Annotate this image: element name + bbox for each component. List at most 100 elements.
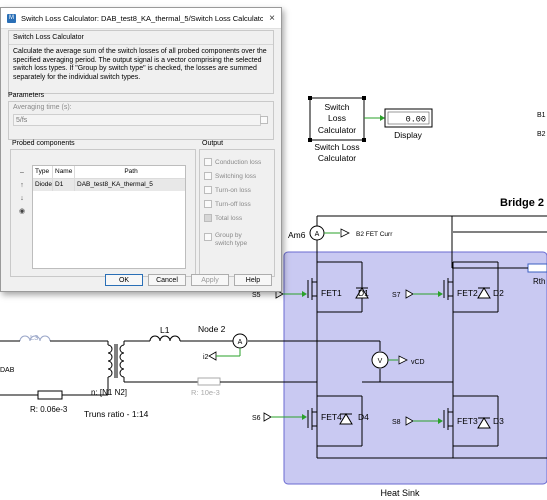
gate-s6-label: S6 — [252, 415, 261, 422]
vcd-label: vCD — [411, 359, 425, 366]
block-name: Switch Loss Calculator — [13, 34, 84, 41]
checkbox-checked[interactable] — [204, 214, 212, 222]
averaging-time-label: Averaging time (s): — [13, 104, 72, 111]
n-label: n: [N1 N2] — [91, 388, 127, 397]
description-box: Switch Loss Calculator Calculate the ave… — [8, 30, 274, 94]
l3-label: L3 — [30, 333, 38, 342]
group-label-line-1: Group by — [215, 232, 242, 239]
slc-caption-1: Switch Loss — [314, 142, 359, 152]
checkbox[interactable] — [204, 172, 212, 180]
bridge-title: Bridge 2 — [500, 197, 544, 209]
col-path[interactable]: Path — [75, 166, 185, 178]
am6-label: Am6 — [288, 230, 306, 240]
averaging-checkbox[interactable] — [260, 116, 268, 124]
r-gray-label: R: 10e-3 — [191, 388, 220, 397]
output-turn-on-loss[interactable]: Turn-on loss — [204, 186, 251, 194]
option-label: Total loss — [215, 214, 243, 222]
gate-s8-label: S8 — [392, 419, 401, 426]
col-type[interactable]: Type — [33, 166, 53, 178]
move-down-icon[interactable]: ↓ — [17, 192, 27, 205]
slc-line-1: Switch — [324, 102, 349, 112]
b2-fet-curr-label: B2 FET Curr — [356, 231, 393, 238]
resistor-0-06e-3[interactable] — [37, 390, 63, 400]
option-label: Switching loss — [215, 172, 257, 180]
ok-button[interactable]: OK — [105, 274, 143, 286]
option-label-group: Group by switch type — [215, 232, 247, 248]
d4-label: D4 — [358, 412, 369, 422]
display-block[interactable]: 0.00 — [384, 108, 433, 128]
dialog-title: Switch Loss Calculator: DAB_test8_KA_the… — [21, 13, 263, 23]
probed-components-table[interactable]: Type Name Path Diode D1 DAB_test8_KA_the… — [32, 165, 186, 269]
col-name[interactable]: Name — [53, 166, 75, 178]
output-group-by-switch-type[interactable]: Group by switch type — [204, 232, 247, 248]
group-label-line-2: switch type — [215, 240, 248, 247]
option-label: Turn-off loss — [215, 200, 251, 208]
r-label: R: 0.06e-3 — [30, 405, 68, 414]
parameters-group: Parameters — [8, 92, 274, 99]
output-turn-off-loss[interactable]: Turn-off loss — [204, 200, 251, 208]
heat-sink-label: Heat Sink — [380, 488, 420, 498]
parameters-label: Parameters — [8, 92, 45, 99]
block-description: Calculate the average sum of the switch … — [9, 44, 273, 85]
checkbox[interactable] — [204, 186, 212, 194]
gate-s7-label: S7 — [392, 292, 401, 299]
display-value: 0.00 — [406, 115, 426, 125]
option-label: Conduction loss — [215, 158, 262, 166]
checkbox[interactable] — [204, 158, 212, 166]
fet3-label: FET3 — [457, 416, 478, 426]
output-conduction-loss[interactable]: Conduction loss — [204, 158, 261, 166]
slc-line-3: Calculator — [318, 125, 356, 135]
checkbox[interactable] — [204, 233, 212, 241]
b1-label: B1 — [537, 112, 546, 119]
apply-button[interactable]: Apply — [191, 274, 229, 286]
display-caption: Display — [394, 130, 423, 140]
output-label: Output — [202, 140, 224, 147]
table-row[interactable]: Diode D1 DAB_test8_KA_thermal_5 — [33, 179, 185, 191]
output-total-loss[interactable]: Total loss — [204, 214, 242, 222]
checkbox[interactable] — [204, 200, 212, 208]
voltmeter-glyph: V — [378, 358, 383, 365]
heat-sink-region[interactable] — [283, 251, 547, 485]
rth-label: Rth — [533, 277, 545, 286]
rth-resistor[interactable] — [527, 263, 547, 273]
d3-label: D3 — [493, 416, 504, 426]
ammeter-i2-glyph: A — [238, 339, 243, 346]
gate-s5-label: S5 — [252, 292, 261, 299]
switch-loss-calculator-dialog: M Switch Loss Calculator: DAB_test8_KA_t… — [0, 7, 282, 292]
remove-icon[interactable]: – — [17, 166, 27, 179]
resistor-10e-3[interactable] — [197, 377, 221, 386]
close-icon[interactable]: × — [263, 13, 281, 24]
option-label: Turn-on loss — [215, 186, 251, 194]
cell-name: D1 — [53, 179, 75, 191]
slc-line-2: Loss — [328, 113, 346, 123]
plecs-app-icon: M — [7, 13, 16, 23]
help-button[interactable]: Help — [234, 274, 272, 286]
slc-caption-2: Calculator — [318, 153, 356, 163]
d1-label: D1 — [358, 288, 369, 298]
turns-ratio-label: Truns ratio - 1:14 — [84, 409, 149, 419]
transformer[interactable] — [107, 344, 125, 378]
output-box — [199, 149, 275, 277]
probed-components-label: Probed components — [12, 140, 75, 147]
b2-label: B2 — [537, 131, 546, 138]
fet2-label: FET2 — [457, 288, 478, 298]
cell-path: DAB_test8_KA_thermal_5 — [77, 181, 153, 188]
fet1-label: FET1 — [321, 288, 342, 298]
cancel-button[interactable]: Cancel — [148, 274, 186, 286]
left-dab-label: DAB — [0, 367, 15, 374]
averaging-time-field[interactable]: 5/fs — [13, 114, 261, 126]
output-switching-loss[interactable]: Switching loss — [204, 172, 256, 180]
d2-label: D2 — [493, 288, 504, 298]
cell-type: Diode — [33, 179, 53, 191]
node2-label: Node 2 — [198, 324, 226, 334]
table-side-controls: – ↑ ↓ ◉ — [17, 166, 27, 218]
l1-label: L1 — [160, 325, 170, 335]
switch-loss-calculator-block[interactable]: Switch Loss Calculator — [308, 96, 366, 142]
highlight-icon[interactable]: ◉ — [17, 205, 27, 218]
dialog-titlebar[interactable]: M Switch Loss Calculator: DAB_test8_KA_t… — [1, 8, 281, 29]
fet4-label: FET4 — [321, 412, 342, 422]
move-up-icon[interactable]: ↑ — [17, 179, 27, 192]
table-header: Type Name Path — [33, 166, 185, 179]
inductor-l1[interactable] — [149, 335, 181, 342]
am6-glyph: A — [315, 231, 320, 238]
